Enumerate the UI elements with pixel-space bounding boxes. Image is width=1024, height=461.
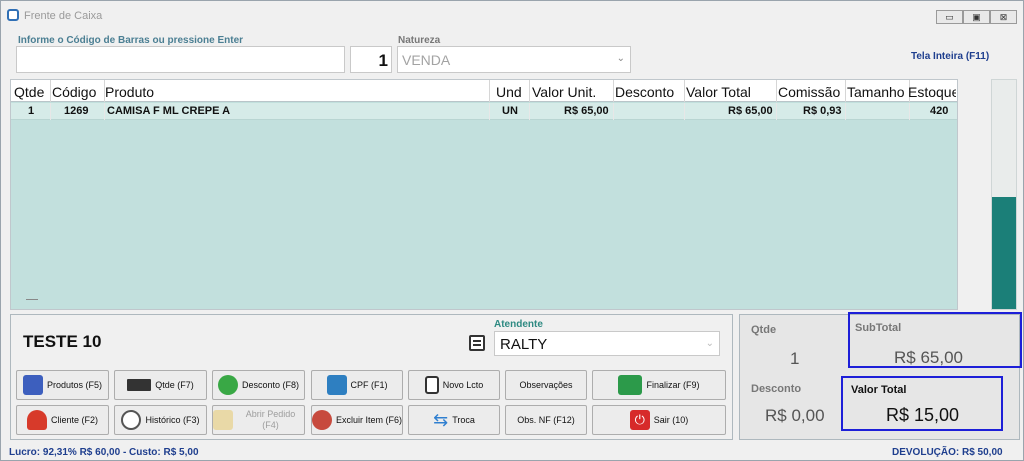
excluir-item-button[interactable]: Excluir Item (F6) <box>311 405 403 435</box>
devolucao-status: DEVOLUÇÃO: R$ 50,00 <box>892 447 1003 458</box>
produtos-button[interactable]: Produtos (F5) <box>16 370 109 400</box>
barcode-label: Informe o Código de Barras ou pressione … <box>18 35 244 46</box>
observacoes-button[interactable]: Observações <box>505 370 587 400</box>
col-produto[interactable]: Produto <box>105 84 485 100</box>
cell-comissao: R$ 0,93 <box>803 105 842 117</box>
power-icon: ⏻ <box>629 410 650 430</box>
valor-total-highlight <box>841 376 1003 431</box>
atendente-select[interactable]: RALTY ⌄ <box>494 331 720 356</box>
finalizar-button[interactable]: Finalizar (F9) <box>592 370 726 400</box>
swap-arrows-icon: ⇆ <box>433 410 449 430</box>
fullscreen-link[interactable]: Tela Inteira (F11) <box>911 51 989 62</box>
col-valor-unit[interactable]: Valor Unit. <box>532 84 612 100</box>
col-comissao[interactable]: Comissão <box>778 84 846 100</box>
desconto-total-value: R$ 0,00 <box>765 406 825 425</box>
stock-level-bar <box>991 79 1017 310</box>
cell-und: UN <box>502 105 518 117</box>
obs-nf-button[interactable]: Obs. NF (F12) <box>505 405 587 435</box>
counter-icon <box>127 379 152 391</box>
cpf-button[interactable]: CPF (F1) <box>311 370 403 400</box>
summary-qtde-value: 1 <box>790 349 800 368</box>
col-desconto[interactable]: Desconto <box>615 84 685 100</box>
natureza-value: VENDA <box>402 52 451 68</box>
quantity-input[interactable]: 1 <box>350 46 392 73</box>
col-tamanho[interactable]: Tamanho <box>847 84 909 100</box>
stock-level-fill <box>992 196 1016 309</box>
barcode-input[interactable] <box>16 46 345 73</box>
cell-valor-unit: R$ 65,00 <box>564 105 609 117</box>
table-row[interactable]: 1 1269 CAMISA F ML CREPE A UN R$ 65,00 R… <box>11 103 957 120</box>
app-icon <box>7 9 19 21</box>
abrir-pedido-button[interactable]: Abrir Pedido (F4) <box>212 405 305 435</box>
new-document-icon <box>424 376 439 394</box>
cliente-button[interactable]: Cliente (F2) <box>16 405 109 435</box>
delete-disk-icon <box>312 410 332 430</box>
qtde-button[interactable]: Qtde (F7) <box>114 370 207 400</box>
novo-lcto-button[interactable]: Novo Lcto <box>408 370 500 400</box>
sair-button[interactable]: ⏻ Sair (10) <box>592 405 726 435</box>
maximize-button[interactable]: ▣ <box>963 10 990 24</box>
title-bar: Frente de Caixa ▭ ▣ ⊠ <box>1 1 1023 29</box>
subtotal-highlight <box>848 312 1022 368</box>
cell-codigo: 1269 <box>64 105 89 117</box>
cell-valor-total: R$ 65,00 <box>728 105 773 117</box>
col-estoque[interactable]: Estoque <box>908 84 956 100</box>
col-valor-total[interactable]: Valor Total <box>686 84 778 100</box>
atendente-value: RALTY <box>500 336 548 353</box>
natureza-select[interactable]: VENDA ⌄ <box>397 46 631 73</box>
money-icon <box>618 375 643 395</box>
col-codigo[interactable]: Código <box>52 84 104 100</box>
note-edit-icon[interactable] <box>469 335 485 351</box>
chevron-down-icon: ⌄ <box>616 53 625 64</box>
lucro-status: Lucro: 92,31% R$ 60,00 - Custo: R$ 5,00 <box>9 447 199 458</box>
hand-document-icon <box>213 410 233 430</box>
col-und[interactable]: Und <box>496 84 531 100</box>
items-grid[interactable]: Qtde Código Produto Und Valor Unit. Desc… <box>10 79 958 310</box>
cell-estoque: 420 <box>930 105 949 117</box>
grid-header: Qtde Código Produto Und Valor Unit. Desc… <box>11 80 957 102</box>
troca-button[interactable]: ⇆ Troca <box>408 405 500 435</box>
client-name: TESTE 10 <box>23 332 102 351</box>
chevron-down-icon: ⌄ <box>705 338 714 349</box>
natureza-label: Natureza <box>398 35 441 46</box>
atendente-label: Atendente <box>494 319 543 330</box>
historico-button[interactable]: Histórico (F3) <box>114 405 207 435</box>
summary-qtde-label: Qtde <box>751 324 777 336</box>
shopping-cart-icon <box>22 375 43 395</box>
magnifier-icon <box>121 410 142 430</box>
close-button[interactable]: ⊠ <box>990 10 1017 24</box>
cell-produto: CAMISA F ML CREPE A <box>107 105 231 117</box>
desconto-button[interactable]: Desconto (F8) <box>212 370 305 400</box>
minimize-button[interactable]: ▭ <box>936 10 963 24</box>
users-icon <box>26 410 47 430</box>
window-title: Frente de Caixa <box>24 10 103 22</box>
grid-resize-handle[interactable] <box>26 299 38 300</box>
desconto-total-label: Desconto <box>751 383 802 395</box>
col-qtde[interactable]: Qtde <box>14 84 50 100</box>
pos-window: Frente de Caixa ▭ ▣ ⊠ Informe o Código d… <box>0 0 1024 461</box>
cpf-card-icon <box>326 375 347 395</box>
calculator-icon <box>217 375 238 395</box>
cell-qtde: 1 <box>28 105 35 117</box>
